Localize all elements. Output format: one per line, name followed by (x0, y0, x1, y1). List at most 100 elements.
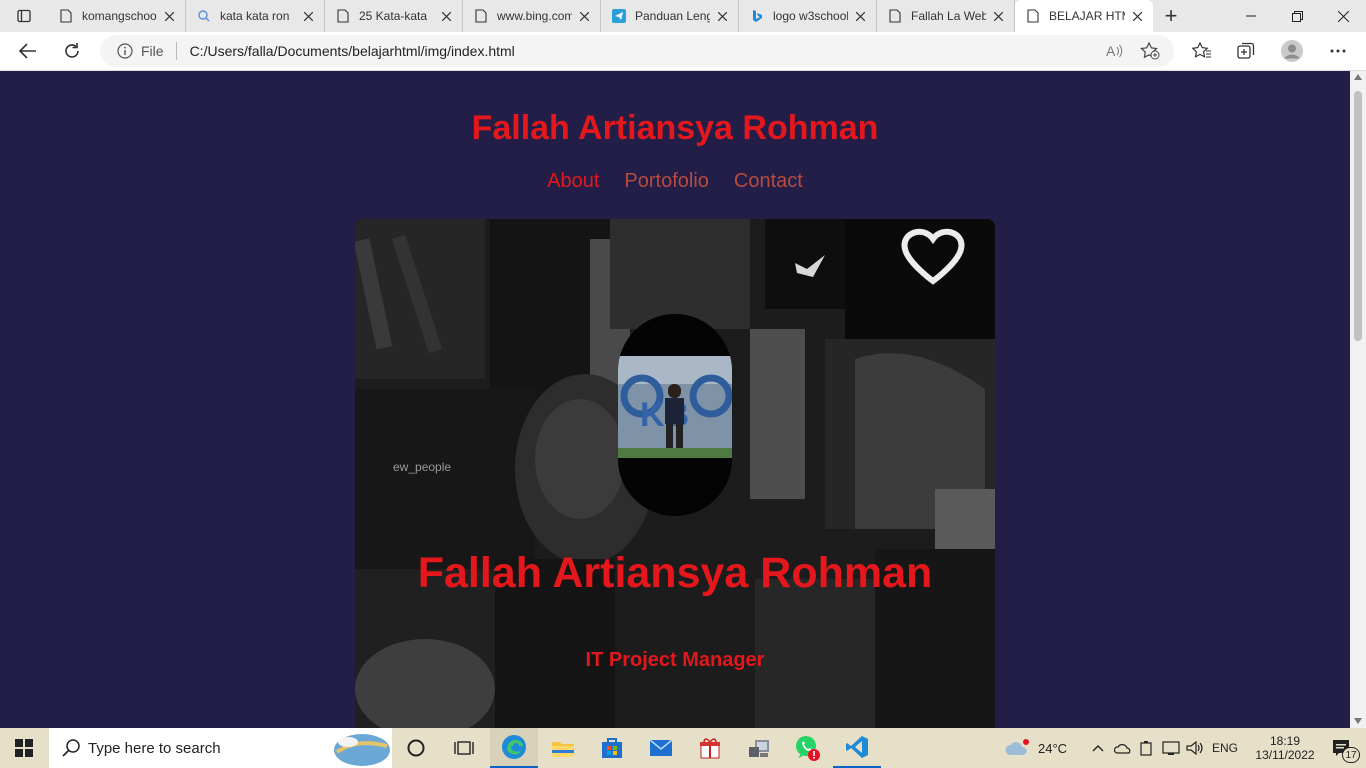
start-button[interactable] (0, 728, 48, 768)
tab-title: komangschool (82, 9, 157, 23)
vscode-button[interactable] (833, 728, 881, 768)
scrollbar-thumb[interactable] (1354, 91, 1362, 341)
telegram-icon (611, 8, 627, 24)
browser-tab[interactable]: BELAJAR HTML (1015, 0, 1153, 32)
volume-tray-button[interactable] (1186, 728, 1204, 768)
windows-logo-icon (15, 739, 33, 757)
favorites-button[interactable] (1182, 35, 1222, 67)
input-language-button[interactable]: ENG (1212, 728, 1238, 768)
cortana-icon (407, 739, 425, 757)
search-icon (62, 739, 80, 757)
tab-title: Fallah La Web (911, 9, 986, 23)
whatsapp-icon (796, 736, 820, 761)
nav-link-contact[interactable]: Contact (734, 170, 803, 193)
microsoft-store-button[interactable] (588, 728, 636, 768)
close-tab-icon[interactable] (161, 8, 177, 24)
browser-tab[interactable]: www.bing.com (463, 0, 601, 32)
settings-menu-button[interactable] (1318, 35, 1358, 67)
profile-button[interactable] (1272, 35, 1312, 67)
page-icon (335, 8, 351, 24)
search-icon (196, 8, 212, 24)
avatar-icon (1281, 40, 1303, 62)
show-hidden-icons-button[interactable] (1092, 728, 1104, 768)
svg-text:A: A (1106, 43, 1116, 59)
nav-link-about[interactable]: About (547, 170, 599, 193)
browser-tab[interactable]: kata kata ron (186, 0, 325, 32)
info-icon[interactable] (117, 43, 133, 59)
file-explorer-button[interactable] (539, 728, 587, 768)
close-tab-icon[interactable] (438, 8, 454, 24)
mail-button[interactable] (637, 728, 685, 768)
network-icon (1162, 741, 1180, 755)
site-navigation: About Portofolio Contact (0, 170, 1350, 193)
restore-button[interactable] (1274, 0, 1320, 32)
minimize-button[interactable] (1228, 0, 1274, 32)
tab-actions-button[interactable] (0, 0, 48, 32)
browser-tab[interactable]: logo w3school (739, 0, 877, 32)
close-tab-icon[interactable] (300, 8, 316, 24)
battery-tray-button[interactable] (1140, 728, 1152, 768)
system-app-button[interactable] (735, 728, 783, 768)
add-favorite-icon[interactable] (1140, 42, 1160, 60)
notification-center-button[interactable]: 17 (1322, 728, 1362, 768)
browser-toolbar: File C:/Users/falla/Documents/belajarhtm… (0, 32, 1366, 71)
refresh-button[interactable] (52, 35, 92, 67)
chevron-up-icon (1092, 745, 1104, 752)
browser-tab[interactable]: Fallah La Web (877, 0, 1015, 32)
browser-tab[interactable]: Panduan Leng (601, 0, 739, 32)
speaker-icon (1186, 740, 1203, 756)
vscode-icon (846, 736, 868, 758)
edge-taskbar-button[interactable] (490, 728, 538, 768)
clock-time: 18:19 (1269, 734, 1301, 748)
close-window-button[interactable] (1320, 0, 1366, 32)
clock-button[interactable]: 18:19 13/11/2022 (1252, 728, 1318, 768)
page-icon (473, 8, 489, 24)
close-tab-icon[interactable] (714, 8, 730, 24)
address-divider (175, 42, 177, 60)
photo-caption: ew_people (393, 460, 451, 474)
refresh-icon (65, 43, 79, 58)
browser-tab[interactable]: komangschool (48, 0, 186, 32)
cloud-icon (1005, 739, 1029, 755)
cortana-button[interactable] (392, 728, 440, 768)
more-icon (1330, 49, 1346, 53)
taskbar-search-box[interactable]: Type here to search (49, 728, 392, 768)
hero-banner: ew_people KB Fallah Artiansya Rohman IT … (355, 219, 995, 728)
browser-tab[interactable]: 25 Kata-kata (325, 0, 463, 32)
url-text[interactable]: C:/Users/falla/Documents/belajarhtml/img… (190, 43, 515, 59)
gift-icon (700, 738, 720, 759)
tab-strip: komangschool kata kata ron 25 Kata-kata www… (48, 0, 1153, 32)
network-tray-button[interactable] (1162, 728, 1180, 768)
restore-icon (1291, 10, 1303, 22)
scroll-down-icon[interactable] (1354, 718, 1362, 724)
scheme-label: File (141, 43, 164, 59)
search-highlight-illustration-icon (334, 734, 390, 766)
back-button[interactable] (8, 35, 48, 67)
collections-button[interactable] (1226, 35, 1266, 67)
whatsapp-button[interactable] (784, 728, 832, 768)
read-aloud-icon[interactable]: A (1106, 43, 1124, 59)
page-scrollbar[interactable] (1350, 71, 1366, 728)
close-tab-icon[interactable] (1129, 8, 1145, 24)
page-icon (58, 8, 74, 24)
close-tab-icon[interactable] (576, 8, 592, 24)
tab-title: BELAJAR HTML (1049, 9, 1125, 23)
page-icon (1025, 8, 1041, 24)
onedrive-button[interactable] (1114, 728, 1132, 768)
new-tab-button[interactable]: + (1153, 0, 1189, 32)
weather-widget[interactable]: 24°C (1004, 728, 1067, 768)
collections-icon (1237, 42, 1255, 59)
address-bar[interactable]: File C:/Users/falla/Documents/belajarhtm… (100, 35, 1174, 67)
close-icon (1337, 10, 1349, 22)
scroll-up-icon[interactable] (1354, 74, 1362, 80)
tab-title: www.bing.com (497, 9, 572, 23)
search-placeholder: Type here to search (88, 739, 221, 757)
close-tab-icon[interactable] (852, 8, 868, 24)
close-tab-icon[interactable] (990, 8, 1006, 24)
weather-temp: 24°C (1038, 740, 1068, 756)
new-tab-label: + (1164, 3, 1178, 28)
task-view-button[interactable] (440, 728, 488, 768)
tab-title: kata kata ron (220, 9, 290, 23)
nav-link-portofolio[interactable]: Portofolio (624, 170, 709, 193)
gift-app-button[interactable] (686, 728, 734, 768)
